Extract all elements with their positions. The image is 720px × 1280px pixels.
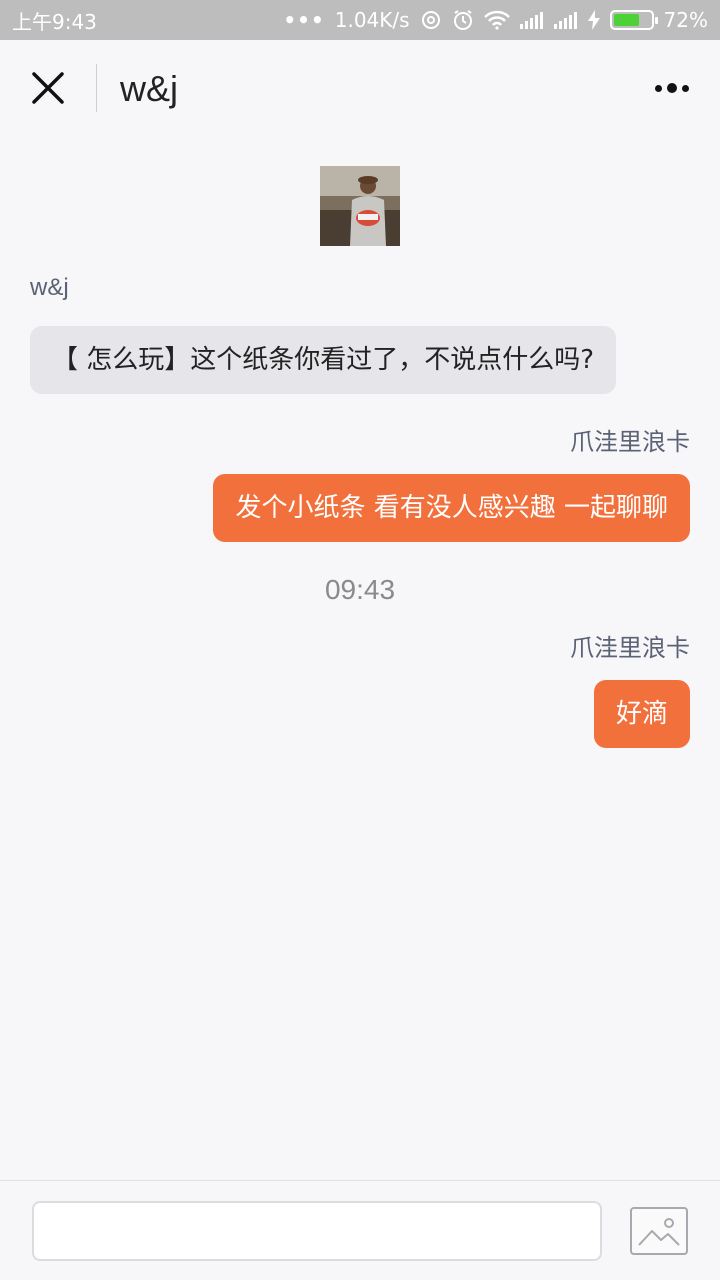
chat-header: w&j: [0, 40, 720, 140]
alarm-icon: [452, 9, 474, 31]
input-bar: [0, 1180, 720, 1280]
battery-percent: 72%: [663, 8, 708, 32]
status-bar: 上午9:43 ••• 1.04K/s 72%: [0, 0, 720, 40]
message-bubble-outgoing[interactable]: 发个小纸条 看有没人感兴趣 一起聊聊: [213, 474, 690, 542]
close-button[interactable]: [26, 66, 70, 110]
message-bubble-outgoing[interactable]: 好滴: [593, 680, 690, 748]
more-button[interactable]: [650, 70, 694, 106]
more-dots-icon: •••: [283, 8, 325, 32]
signal-icon: [519, 11, 544, 29]
message-sender-name: 爪洼里浪卡: [570, 429, 690, 456]
message-timestamp: 09:43: [324, 574, 396, 605]
image-icon: [638, 1218, 680, 1246]
status-time: 上午9:43: [12, 9, 97, 34]
more-dot: [667, 83, 677, 93]
network-speed: 1.04K/s: [334, 8, 410, 32]
close-icon: [32, 72, 64, 104]
more-dot: [655, 84, 662, 92]
message-bubble-incoming[interactable]: 【 怎么玩】这个纸条你看过了，不说点什么吗?: [30, 326, 617, 394]
hotspot-icon: [420, 9, 442, 31]
message-sender-name: 爪洼里浪卡: [570, 635, 690, 662]
chat-title: w&j: [120, 68, 179, 109]
chat-screen: 上午9:43 ••• 1.04K/s 72% w&j w&j 【 怎么玩】这个纸…: [0, 0, 720, 1280]
wifi-icon: [483, 10, 510, 30]
more-dot: [682, 84, 689, 92]
header-divider: [96, 64, 97, 112]
signal-icon: [553, 11, 578, 29]
charging-icon: [587, 10, 600, 30]
message-sender-name: w&j: [30, 274, 69, 301]
message-input[interactable]: [32, 1201, 602, 1261]
battery-fill: [613, 14, 640, 26]
avatar-image: [320, 166, 400, 246]
peer-avatar[interactable]: [320, 166, 400, 246]
status-right: ••• 1.04K/s 72%: [283, 8, 708, 32]
battery-icon: [609, 10, 658, 30]
image-button[interactable]: [630, 1207, 688, 1255]
